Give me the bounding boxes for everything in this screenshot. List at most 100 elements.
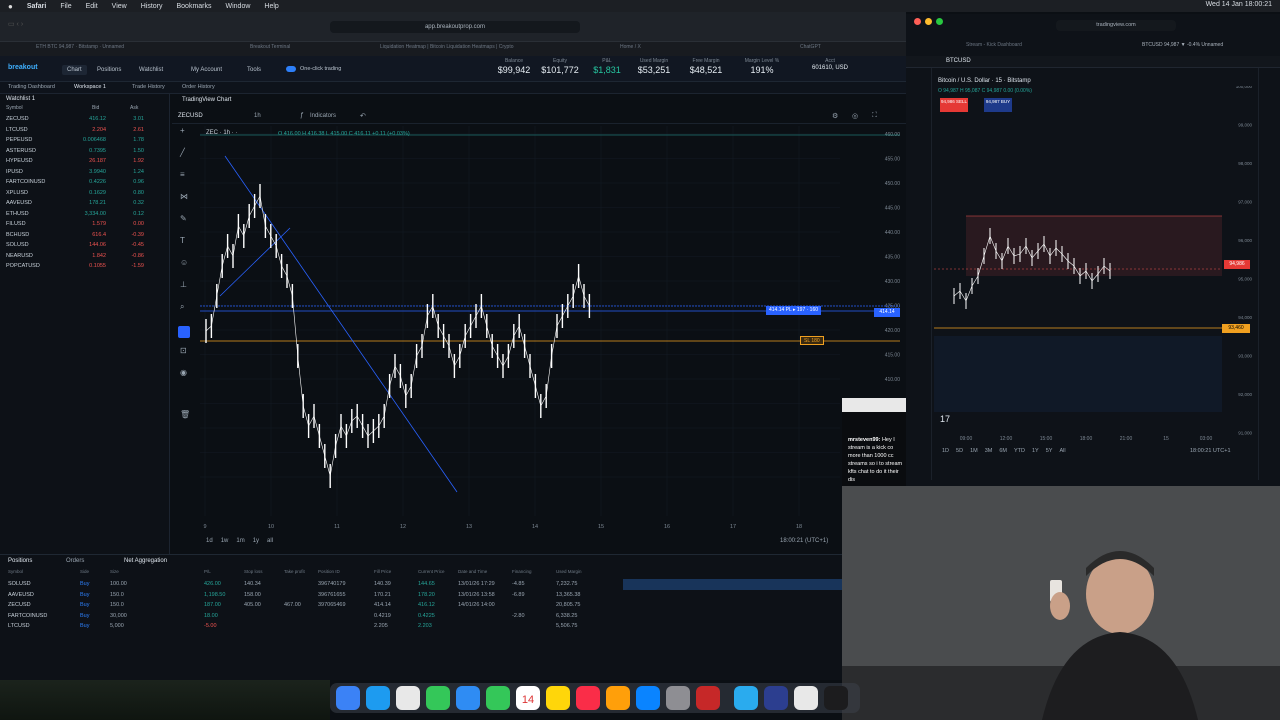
watchlist-row[interactable]: POPCATUSD 0.1055 -1.59: [0, 261, 170, 272]
menu-window[interactable]: Window: [226, 3, 251, 10]
tab-4[interactable]: Home / X: [620, 44, 700, 54]
watchlist-row[interactable]: AAVEUSD 178.21 0.32: [0, 198, 170, 209]
safari-icon[interactable]: [366, 686, 390, 710]
text-icon[interactable]: T: [180, 236, 185, 245]
position-row[interactable]: LTCUSD Buy 5,000 -5.00 2.205 2.203 5,506.75: [0, 621, 842, 632]
pdf-icon[interactable]: [696, 686, 720, 710]
indicators-button[interactable]: Indicators: [310, 113, 336, 119]
menu-bookmarks[interactable]: Bookmarks: [176, 3, 211, 10]
subnav-dashboard[interactable]: Trading Dashboard: [8, 84, 55, 90]
tab-orders[interactable]: Orders: [66, 558, 84, 564]
buy-button[interactable]: 94,987 BUY: [984, 98, 1012, 112]
watchlist-row[interactable]: FILUSD 1.579 0.00: [0, 219, 170, 230]
tv-range-6m[interactable]: 6M: [999, 448, 1007, 454]
positions-col-header[interactable]: Size: [110, 569, 119, 574]
apple-icon[interactable]: ●: [8, 2, 13, 11]
watchlist-row[interactable]: ASTERUSD 0.7395 1.50: [0, 146, 170, 157]
watchlist-row[interactable]: SOLUSD 144.06 -0.45: [0, 240, 170, 251]
pages-icon[interactable]: [606, 686, 630, 710]
calendar-icon[interactable]: 14: [516, 686, 540, 710]
btc-chart[interactable]: 100,000 99,000 98,000 97,000 96,000 95,000 94,…: [934, 86, 1256, 446]
preview-icon[interactable]: [794, 686, 818, 710]
tv-range-5d[interactable]: 5D: [956, 448, 963, 454]
positions-col-header[interactable]: Take profit: [284, 569, 305, 574]
watchlist-row[interactable]: XPLUSD 0.1629 0.80: [0, 188, 170, 199]
subnav-trade-history[interactable]: Trade History: [132, 84, 165, 90]
settings-app-icon[interactable]: [666, 686, 690, 710]
watchlist-row[interactable]: FARTCOINUSD 0.4226 0.96: [0, 177, 170, 188]
watchlist-row[interactable]: HYPEUSD 26.187 1.92: [0, 156, 170, 167]
sell-button[interactable]: 94,986 SELL: [940, 98, 968, 112]
tv-range-1y[interactable]: 1Y: [1032, 448, 1039, 454]
finder-icon[interactable]: [336, 686, 360, 710]
fx-icon[interactable]: ƒ: [300, 112, 304, 119]
app-icon[interactable]: [764, 686, 788, 710]
position-row[interactable]: AAVEUSD Buy 150.0 1,198.50 158.00 396761655 17…: [0, 590, 842, 601]
breakout-logo[interactable]: breakout: [8, 64, 38, 71]
tv-range-3m[interactable]: 3M: [985, 448, 993, 454]
notes-icon[interactable]: [546, 686, 570, 710]
lock-icon[interactable]: ⊡: [180, 346, 187, 355]
watchlist-row[interactable]: PEPEUSD 0.006468 1.78: [0, 135, 170, 146]
address-bar-right[interactable]: tradingview.com: [1056, 20, 1176, 31]
positions-col-header[interactable]: Stop loss: [244, 569, 263, 574]
mail-icon[interactable]: [456, 686, 480, 710]
app-store-icon[interactable]: [636, 686, 660, 710]
tab-1[interactable]: ETH BTC 94,987 · Bitstamp · Unnamed: [36, 44, 186, 54]
sidebar-toggle-icon[interactable]: ▭ ‹ ›: [8, 20, 48, 30]
tab-kick-dashboard[interactable]: Stream - Kick Dashboard: [966, 42, 1022, 48]
positions-col-header[interactable]: Fill Price: [374, 569, 391, 574]
tv-range-ytd[interactable]: YTD: [1014, 448, 1025, 454]
magnet-icon[interactable]: [178, 326, 190, 338]
chat-popup-header[interactable]: [842, 398, 906, 412]
pattern-icon[interactable]: ⋈: [180, 192, 188, 201]
chrome-icon[interactable]: [396, 686, 420, 710]
range-1d[interactable]: 1d: [206, 538, 213, 544]
tv-range-all[interactable]: All: [1059, 448, 1065, 454]
position-row[interactable]: FARTCOINUSD Buy 30,000 18.00 0.4219 0.4225 -2.…: [0, 611, 842, 622]
tab-3[interactable]: Liquidation Heatmap | Bitcoin Liquidatio…: [380, 44, 560, 54]
positions-col-header[interactable]: Current Price: [418, 569, 445, 574]
positions-col-header[interactable]: Used Margin: [556, 569, 582, 574]
watchlist-row[interactable]: BCHUSD 616.4 -0.39: [0, 230, 170, 241]
menu-help[interactable]: Help: [264, 3, 278, 10]
positions-col-header[interactable]: Position ID: [318, 569, 340, 574]
one-click-toggle[interactable]: [286, 66, 296, 72]
range-all[interactable]: all: [267, 538, 273, 544]
tab-net-aggregation[interactable]: Net Aggregation: [124, 558, 167, 564]
menu-app-name[interactable]: Safari: [27, 3, 46, 10]
tab-positions[interactable]: Positions: [8, 558, 32, 564]
tv-range-1d[interactable]: 1D: [942, 448, 949, 454]
watchlist-row[interactable]: NEARUSD 1.842 -0.86: [0, 251, 170, 262]
nav-positions[interactable]: Positions: [92, 65, 126, 75]
positions-col-header[interactable]: Financing: [512, 569, 532, 574]
music-icon[interactable]: [576, 686, 600, 710]
menu-edit[interactable]: Edit: [86, 3, 98, 10]
nav-chart[interactable]: Chart: [62, 65, 87, 75]
fib-icon[interactable]: ≡: [180, 170, 185, 179]
watchlist-row[interactable]: ZECUSD 416.12 3.01: [0, 114, 170, 125]
crosshair-icon[interactable]: +: [180, 126, 185, 135]
subnav-order-history[interactable]: Order History: [182, 84, 215, 90]
tab-2[interactable]: Breakout Terminal: [250, 44, 350, 54]
tab-btcusd[interactable]: BTCUSD 94,987 ▼ -0.4% Unnamed: [1142, 42, 1223, 48]
tab-5[interactable]: ChatGPT: [800, 44, 880, 54]
emoji-icon[interactable]: ☺: [180, 258, 188, 267]
position-row[interactable]: ZECUSD Buy 150.0 187.00 405.00 467.00 39706546…: [0, 600, 842, 611]
minimize-window-icon[interactable]: [925, 18, 932, 25]
range-1w[interactable]: 1w: [221, 538, 229, 544]
positions-col-header[interactable]: Side: [80, 569, 89, 574]
ruler-icon[interactable]: ⊥: [180, 280, 187, 289]
eye-icon[interactable]: ◉: [180, 368, 187, 377]
tv-range-1m[interactable]: 1M: [970, 448, 978, 454]
stop-loss-label[interactable]: SL 180: [800, 336, 824, 345]
tv-range-5y[interactable]: 5Y: [1046, 448, 1053, 454]
watchlist-row[interactable]: IPUSD 3.9940 1.24: [0, 167, 170, 178]
brush-icon[interactable]: ✎: [180, 214, 187, 223]
menu-file[interactable]: File: [60, 3, 71, 10]
terminal-icon[interactable]: [824, 686, 848, 710]
positions-col-header[interactable]: P/L: [204, 569, 211, 574]
zoom-icon[interactable]: ⌕: [180, 302, 184, 312]
telegram-icon[interactable]: [734, 686, 758, 710]
position-row[interactable]: SOLUSD Buy 100.00 426.00 140.34 396740179 140.…: [0, 579, 842, 590]
